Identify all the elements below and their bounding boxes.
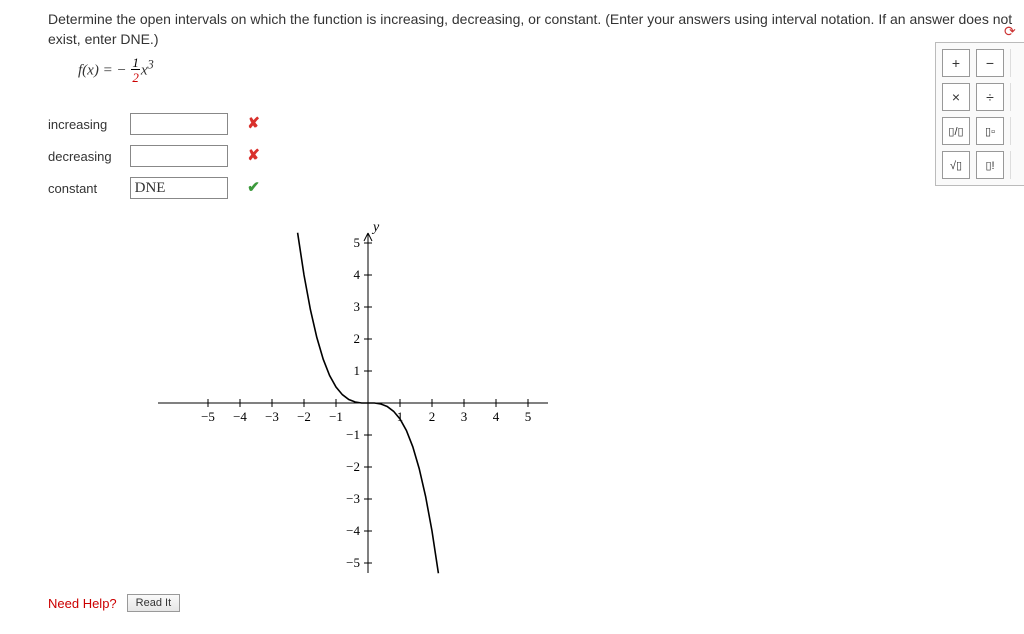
svg-text:−4: −4 bbox=[233, 409, 247, 424]
svg-text:−5: −5 bbox=[201, 409, 215, 424]
function-formula: f(x) = − 1 2 x3 bbox=[78, 57, 1024, 85]
formula-lhs: f(x) = bbox=[78, 63, 116, 79]
svg-text:−3: −3 bbox=[265, 409, 279, 424]
divide-button[interactable]: ÷ bbox=[976, 83, 1004, 111]
plus-button[interactable]: + bbox=[942, 49, 970, 77]
svg-text:3: 3 bbox=[461, 409, 468, 424]
formula-fraction: 1 2 bbox=[131, 56, 140, 84]
label-decreasing: decreasing bbox=[48, 145, 130, 167]
minus-button[interactable]: − bbox=[976, 49, 1004, 77]
svg-text:−1: −1 bbox=[329, 409, 343, 424]
factorial-button[interactable]: ▯! bbox=[976, 151, 1004, 179]
answers-block: increasing ✘ decreasing ✘ constant ✔ bbox=[48, 103, 262, 209]
svg-text:1: 1 bbox=[354, 363, 361, 378]
refresh-icon[interactable]: ⟳ bbox=[1004, 23, 1018, 37]
graph: y x −5−4−3−2−112345 −5−4−3−2−112345 bbox=[128, 215, 1024, 588]
status-constant: ✔ bbox=[246, 178, 262, 196]
svg-text:−1: −1 bbox=[346, 427, 360, 442]
status-decreasing: ✘ bbox=[246, 146, 262, 164]
input-constant[interactable] bbox=[130, 177, 228, 199]
fraction-denominator: 2 bbox=[131, 70, 140, 84]
question-prompt: Determine the open intervals on which th… bbox=[48, 10, 1024, 49]
times-button[interactable]: × bbox=[942, 83, 970, 111]
formula-exponent: 3 bbox=[147, 58, 153, 72]
fraction-numerator: 1 bbox=[131, 56, 140, 70]
fraction-button[interactable]: ▯/▯ bbox=[942, 117, 970, 145]
sqrt-button[interactable]: √▯ bbox=[942, 151, 970, 179]
svg-text:2: 2 bbox=[354, 331, 361, 346]
svg-text:5: 5 bbox=[525, 409, 532, 424]
read-it-button[interactable]: Read It bbox=[127, 594, 180, 612]
need-help-label: Need Help? bbox=[48, 596, 117, 611]
svg-text:−3: −3 bbox=[346, 491, 360, 506]
math-palette: ⟳ + − × ÷ ▯/▯ ▯▫ √▯ ▯! bbox=[935, 42, 1024, 186]
svg-text:3: 3 bbox=[354, 299, 361, 314]
input-increasing[interactable] bbox=[130, 113, 228, 135]
svg-text:5: 5 bbox=[354, 235, 361, 250]
y-axis-label: y bbox=[371, 220, 380, 235]
svg-text:−4: −4 bbox=[346, 523, 360, 538]
exponent-button[interactable]: ▯▫ bbox=[976, 117, 1004, 145]
svg-text:−2: −2 bbox=[297, 409, 311, 424]
status-increasing: ✘ bbox=[246, 114, 262, 132]
input-decreasing[interactable] bbox=[130, 145, 228, 167]
svg-text:−5: −5 bbox=[346, 555, 360, 570]
svg-text:4: 4 bbox=[354, 267, 361, 282]
svg-text:−2: −2 bbox=[346, 459, 360, 474]
graph-svg: y x −5−4−3−2−112345 −5−4−3−2−112345 bbox=[128, 215, 548, 585]
svg-text:2: 2 bbox=[429, 409, 436, 424]
label-increasing: increasing bbox=[48, 113, 130, 135]
label-constant: constant bbox=[48, 177, 130, 199]
svg-text:4: 4 bbox=[493, 409, 500, 424]
